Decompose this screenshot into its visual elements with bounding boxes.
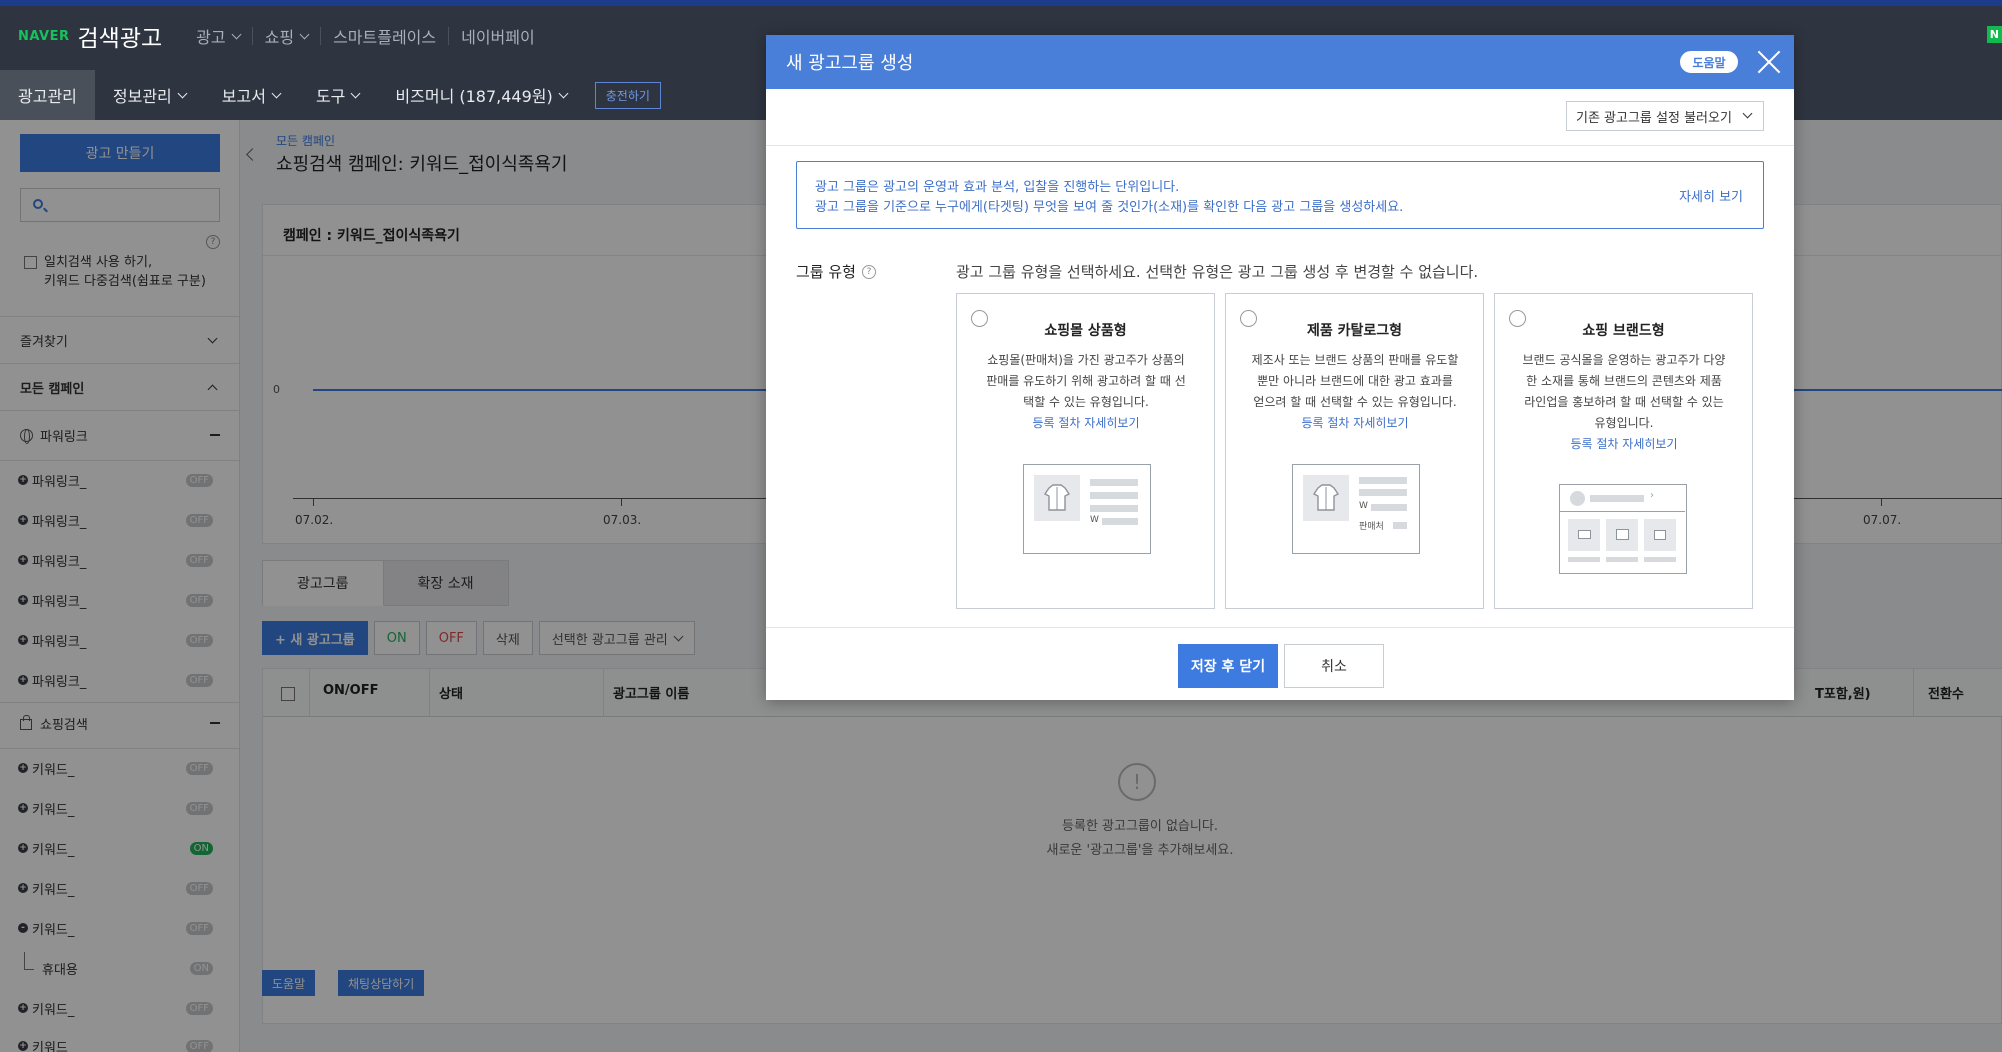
nav-ad-label: 광고 [196,28,226,47]
menu-ad-management-label: 광고관리 [18,87,77,106]
corner-badge[interactable]: N [1986,26,2002,43]
text-placeholder [1102,518,1138,525]
chevron-right-icon: › [1650,490,1654,501]
shirt-thumbnail [1303,475,1349,521]
chevron-down-icon [558,88,569,98]
group-type-card-shopping-mall[interactable]: 쇼핑몰 상품형 쇼핑몰(판매처)을 가진 광고주가 상품의 판매를 유도하기 위… [956,293,1215,609]
chevron-down-icon [1742,108,1753,119]
chevron-down-icon [299,29,310,39]
seller-mark: 판매처 [1359,522,1384,532]
card-description: 제조사 또는 브랜드 상품의 판매를 유도할 뿐만 아니라 브랜드에 대한 광고… [1250,350,1460,434]
menu-tools-label: 도구 [315,87,346,106]
chevron-down-icon [177,88,188,98]
bag-icon [1606,519,1638,551]
text-placeholder [1371,504,1407,511]
nav-shopping[interactable]: 쇼핑 [251,27,320,47]
group-type-label: 그룹 유형 ? [796,261,876,282]
top-strip [0,0,2002,6]
menu-reports-label: 보고서 [221,87,266,106]
save-and-close-button[interactable]: 저장 후 닫기 [1178,644,1278,688]
help-icon[interactable]: ? [861,264,876,279]
briefcase-icon [1568,519,1600,551]
text-placeholder [1568,557,1600,562]
shirt-thumbnail [1034,475,1080,521]
product-illustration: W [1023,464,1151,554]
modal-title: 새 광고그룹 생성 [786,53,914,74]
shopping-bag-icon [1644,519,1676,551]
cancel-button[interactable]: 취소 [1284,644,1384,688]
chevron-down-icon [271,88,282,98]
service-nav: 광고 쇼핑 스마트플레이스 네이버페이 [184,27,547,47]
close-icon[interactable] [1756,49,1782,75]
info-line1: 광고 그룹은 광고의 운영과 효과 분석, 입찰을 진행하는 단위입니다. [815,180,1180,195]
modal-help-button[interactable]: 도움말 [1680,51,1738,73]
menu-bizmoney[interactable]: 비즈머니 (187,449원) [377,70,584,120]
text-placeholder [1090,492,1138,499]
group-type-description: 광고 그룹 유형을 선택하세요. 선택한 유형은 광고 그룹 생성 후 변경할 … [956,263,1479,281]
nav-naverpay-label: 네이버페이 [461,28,535,47]
info-box: 광고 그룹은 광고의 운영과 효과 분석, 입찰을 진행하는 단위입니다. 광고… [796,161,1764,229]
card-procedure-link[interactable]: 등록 절차 자세히보기 [1302,416,1409,430]
charge-button[interactable]: 충전하기 [594,81,661,109]
text-placeholder [1606,557,1638,562]
card-description: 쇼핑몰(판매처)을 가진 광고주가 상품의 판매를 유도하기 위해 광고하려 할… [981,350,1191,434]
divider [766,627,1794,628]
info-more-link[interactable]: 자세히 보기 [1679,186,1743,205]
chevron-down-icon [350,88,361,98]
card-procedure-link[interactable]: 등록 절차 자세히보기 [1571,437,1678,451]
menu-ad-management[interactable]: 광고관리 [0,70,95,120]
card-title: 쇼핑몰 상품형 [1044,323,1127,339]
nav-smartplace[interactable]: 스마트플레이스 [320,27,448,47]
divider [766,145,1794,146]
card-description-text: 쇼핑몰(판매처)을 가진 광고주가 상품의 판매를 유도하기 위해 광고하려 할… [986,353,1186,409]
nav-shopping-label: 쇼핑 [264,28,295,47]
card-description: 브랜드 공식몰을 운영하는 광고주가 다양한 소재를 통해 브랜드의 콘텐츠와 … [1519,350,1729,455]
load-settings-dropdown[interactable]: 기존 광고그룹 설정 불러오기 [1566,101,1764,131]
new-ad-group-modal: 새 광고그룹 생성 도움말 기존 광고그룹 설정 불러오기 광고 그룹은 광고의… [766,35,1794,700]
catalog-illustration: W 판매처 [1292,464,1420,554]
text-placeholder [1090,479,1138,486]
load-settings-label: 기존 광고그룹 설정 불러오기 [1576,110,1732,126]
card-procedure-link[interactable]: 등록 절차 자세히보기 [1033,416,1140,430]
group-type-card-catalog[interactable]: 제품 카탈로그형 제조사 또는 브랜드 상품의 판매를 유도할 뿐만 아니라 브… [1225,293,1484,609]
card-title: 제품 카탈로그형 [1306,323,1403,339]
text-placeholder [1359,477,1407,484]
nav-ad[interactable]: 광고 [184,27,251,47]
text-placeholder [1359,489,1407,496]
chevron-down-icon [231,29,242,39]
brand-illustration: › [1559,484,1687,574]
shirt-icon [1043,484,1071,511]
nav-smartplace-label: 스마트플레이스 [333,28,437,47]
group-type-text: 그룹 유형 [796,263,856,281]
text-placeholder [1090,505,1138,512]
menu-tools[interactable]: 도구 [298,70,377,120]
menu-reports[interactable]: 보고서 [204,70,298,120]
card-title: 쇼핑 브랜드형 [1582,323,1665,339]
menu-bizmoney-label: 비즈머니 (187,449원) [395,87,553,106]
nav-naverpay[interactable]: 네이버페이 [448,27,547,47]
brand-logo-placeholder [1570,491,1585,506]
menu-info-management[interactable]: 정보관리 [95,70,204,120]
text-placeholder [1393,522,1407,529]
divider [1560,511,1685,512]
text-placeholder [1590,495,1644,502]
menu-info-management-label: 정보관리 [112,87,172,106]
group-type-card-brand[interactable]: 쇼핑 브랜드형 브랜드 공식몰을 운영하는 광고주가 다양한 소재를 통해 브랜… [1494,293,1753,609]
text-placeholder [1644,557,1676,562]
price-mark: W [1090,515,1099,525]
service-title[interactable]: 검색광고 [78,19,163,53]
price-mark: W [1359,501,1368,511]
app-root: NAVER 검색광고 광고 쇼핑 스마트플레이스 네이버페이 N 광고관리 정보… [0,0,2002,1052]
naver-logo[interactable]: NAVER [18,29,70,44]
modal-header: 새 광고그룹 생성 도움말 [766,35,1794,89]
card-description-text: 브랜드 공식몰을 운영하는 광고주가 다양한 소재를 통해 브랜드의 콘텐츠와 … [1522,353,1726,430]
card-description-text: 제조사 또는 브랜드 상품의 판매를 유도할 뿐만 아니라 브랜드에 대한 광고… [1251,353,1459,409]
shirt-icon [1312,484,1340,511]
info-line2: 광고 그룹을 기준으로 누구에게(타겟팅) 무엇을 보여 줄 것인가(소재)를 … [815,200,1404,215]
